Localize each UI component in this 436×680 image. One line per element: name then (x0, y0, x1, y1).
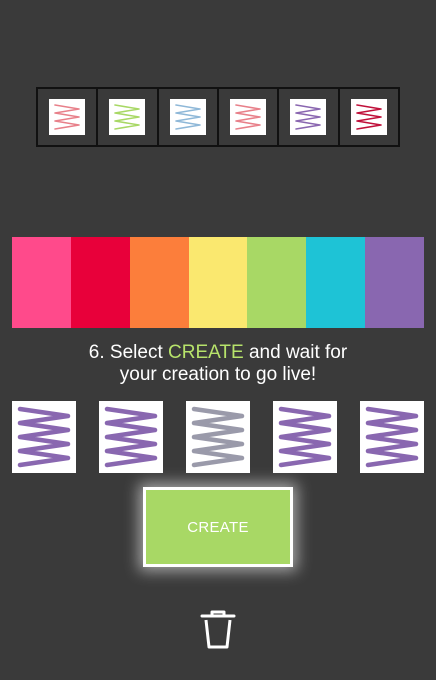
history-slot[interactable] (158, 89, 217, 145)
instruction-highlight: CREATE (168, 342, 244, 363)
color-swatch-cyan[interactable] (306, 237, 366, 328)
design-option[interactable] (99, 401, 163, 473)
history-thumb (109, 99, 146, 135)
color-swatch-red[interactable] (70, 237, 130, 328)
instruction-rest: and wait for (243, 342, 348, 363)
color-swatch-orange[interactable] (129, 237, 189, 328)
history-thumb (49, 99, 86, 135)
history-thumb (230, 99, 267, 135)
trash-icon[interactable] (198, 608, 238, 650)
zigzag-icon (104, 406, 158, 468)
design-option-selected[interactable] (186, 401, 250, 473)
zigzag-icon (235, 104, 261, 130)
instruction-text: 6. Select CREATE and wait for your creat… (0, 342, 436, 386)
zigzag-icon (114, 104, 141, 130)
zigzag-icon (278, 406, 332, 468)
history-thumb (290, 99, 327, 135)
zigzag-icon (365, 406, 419, 468)
design-option[interactable] (12, 401, 76, 473)
zigzag-icon (17, 406, 71, 468)
color-swatch-green[interactable] (247, 237, 307, 328)
create-button[interactable]: CREATE (143, 487, 293, 567)
color-swatch-pink[interactable] (12, 237, 71, 328)
zigzag-icon (355, 104, 382, 130)
history-strip (36, 87, 400, 147)
history-slot[interactable] (218, 89, 278, 145)
design-options (12, 401, 424, 473)
history-slot[interactable] (38, 89, 97, 145)
instruction-step: 6. Select (88, 342, 169, 363)
instruction-line-2: your creation to go live! (119, 364, 317, 385)
history-slot[interactable] (98, 89, 157, 145)
zigzag-icon (54, 104, 80, 130)
history-slot[interactable] (339, 89, 398, 145)
zigzag-icon (175, 104, 201, 130)
design-option[interactable] (273, 401, 337, 473)
history-thumb (169, 99, 206, 135)
color-palette (12, 237, 425, 328)
design-option[interactable] (360, 401, 424, 473)
instruction-line-1: 6. Select CREATE and wait for (0, 342, 436, 364)
history-thumb (350, 99, 387, 135)
color-swatch-yellow[interactable] (188, 237, 248, 328)
history-slot[interactable] (279, 89, 338, 145)
color-swatch-purple[interactable] (365, 237, 425, 328)
zigzag-icon (191, 406, 245, 468)
zigzag-icon (295, 104, 322, 130)
